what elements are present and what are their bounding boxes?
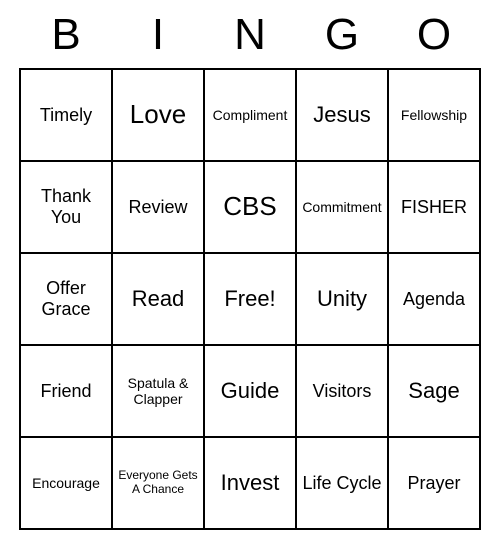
bingo-cell[interactable]: Everyone Gets A Chance	[112, 437, 204, 529]
bingo-header: B I N G O	[20, 10, 480, 60]
bingo-cell[interactable]: Jesus	[296, 69, 388, 161]
bingo-cell[interactable]: Guide	[204, 345, 296, 437]
bingo-cell[interactable]: CBS	[204, 161, 296, 253]
bingo-cell[interactable]: Love	[112, 69, 204, 161]
header-letter-i: I	[112, 10, 204, 60]
bingo-cell[interactable]: Compliment	[204, 69, 296, 161]
bingo-cell[interactable]: Invest	[204, 437, 296, 529]
bingo-cell[interactable]: Life Cycle	[296, 437, 388, 529]
header-letter-o: O	[388, 10, 480, 60]
header-letter-n: N	[204, 10, 296, 60]
bingo-cell[interactable]: Review	[112, 161, 204, 253]
bingo-cell[interactable]: Agenda	[388, 253, 480, 345]
bingo-grid: Timely Love Compliment Jesus Fellowship …	[19, 68, 481, 530]
bingo-cell[interactable]: Visitors	[296, 345, 388, 437]
bingo-cell[interactable]: Thank You	[20, 161, 112, 253]
bingo-cell[interactable]: FISHER	[388, 161, 480, 253]
bingo-cell[interactable]: Unity	[296, 253, 388, 345]
bingo-cell[interactable]: Commitment	[296, 161, 388, 253]
bingo-cell[interactable]: Prayer	[388, 437, 480, 529]
bingo-cell[interactable]: Sage	[388, 345, 480, 437]
bingo-cell[interactable]: Spatula & Clapper	[112, 345, 204, 437]
bingo-cell[interactable]: Timely	[20, 69, 112, 161]
bingo-cell[interactable]: Read	[112, 253, 204, 345]
bingo-cell[interactable]: Encourage	[20, 437, 112, 529]
bingo-cell-free[interactable]: Free!	[204, 253, 296, 345]
bingo-cell[interactable]: Friend	[20, 345, 112, 437]
header-letter-g: G	[296, 10, 388, 60]
bingo-cell[interactable]: Offer Grace	[20, 253, 112, 345]
header-letter-b: B	[20, 10, 112, 60]
bingo-cell[interactable]: Fellowship	[388, 69, 480, 161]
